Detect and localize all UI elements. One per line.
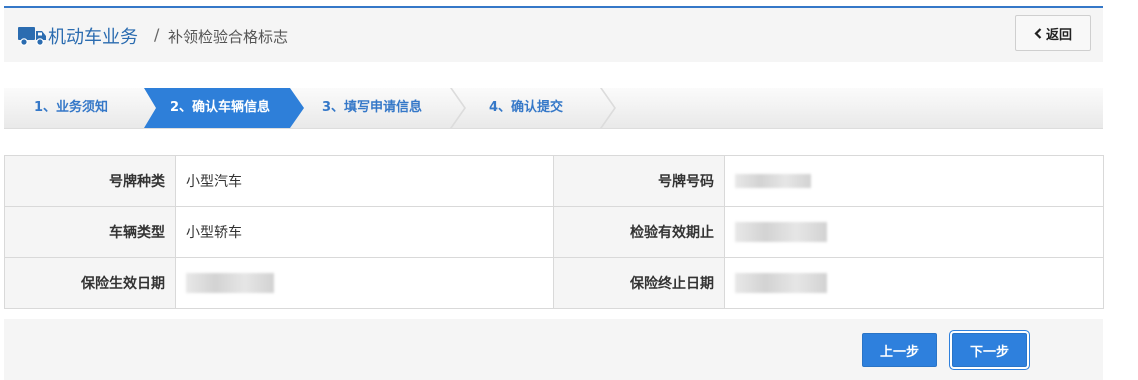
prev-step-button[interactable]: 上一步 xyxy=(862,333,937,367)
redacted-value xyxy=(735,273,827,293)
step-2-active: 2、确认车辆信息 xyxy=(144,88,304,128)
redacted-value xyxy=(735,174,811,188)
plate-number-value xyxy=(724,155,1104,207)
inspection-expiry-label: 检验有效期止 xyxy=(553,206,725,258)
chevron-left-icon xyxy=(1034,27,1042,39)
plate-number-label: 号牌号码 xyxy=(553,155,725,207)
next-step-button[interactable]: 下一步 xyxy=(952,333,1027,367)
plate-type-value: 小型汽车 xyxy=(175,155,554,207)
table-row: 号牌种类 小型汽车 号牌号码 xyxy=(4,155,1104,207)
action-footer: 上一步 下一步 xyxy=(4,319,1103,380)
back-button-label: 返回 xyxy=(1045,27,1072,43)
vehicle-info-table: 号牌种类 小型汽车 号牌号码 车辆类型 小型轿车 检验有效期止 保险生效日期 保… xyxy=(4,155,1104,309)
step-divider xyxy=(600,88,616,128)
step-divider xyxy=(450,88,466,128)
redacted-value xyxy=(186,273,274,293)
table-row: 车辆类型 小型轿车 检验有效期止 xyxy=(4,206,1104,258)
step-4: 4、确认提交 xyxy=(489,100,564,115)
page-header: 机动车业务 / 补领检验合格标志 返回 xyxy=(4,6,1103,62)
truck-icon xyxy=(18,26,46,50)
step-progress-bar: 1、业务须知 2、确认车辆信息 3、填写申请信息 4、确认提交 xyxy=(4,88,1103,129)
step-3: 3、填写申请信息 xyxy=(322,100,423,115)
insurance-start-label: 保险生效日期 xyxy=(4,257,176,309)
insurance-start-value xyxy=(175,257,554,309)
plate-type-label: 号牌种类 xyxy=(4,155,176,207)
table-row: 保险生效日期 保险终止日期 xyxy=(4,257,1104,309)
breadcrumb-main[interactable]: 机动车业务 xyxy=(48,23,138,49)
back-button[interactable]: 返回 xyxy=(1015,15,1091,51)
page-title: 补领检验合格标志 xyxy=(168,28,289,46)
vehicle-type-label: 车辆类型 xyxy=(4,206,176,258)
insurance-end-value xyxy=(724,257,1104,309)
step-1: 1、业务须知 xyxy=(34,100,109,115)
inspection-expiry-value xyxy=(724,206,1104,258)
vehicle-type-value: 小型轿车 xyxy=(175,206,554,258)
insurance-end-label: 保险终止日期 xyxy=(553,257,725,309)
breadcrumb-separator: / xyxy=(154,25,160,44)
redacted-value xyxy=(735,222,827,242)
